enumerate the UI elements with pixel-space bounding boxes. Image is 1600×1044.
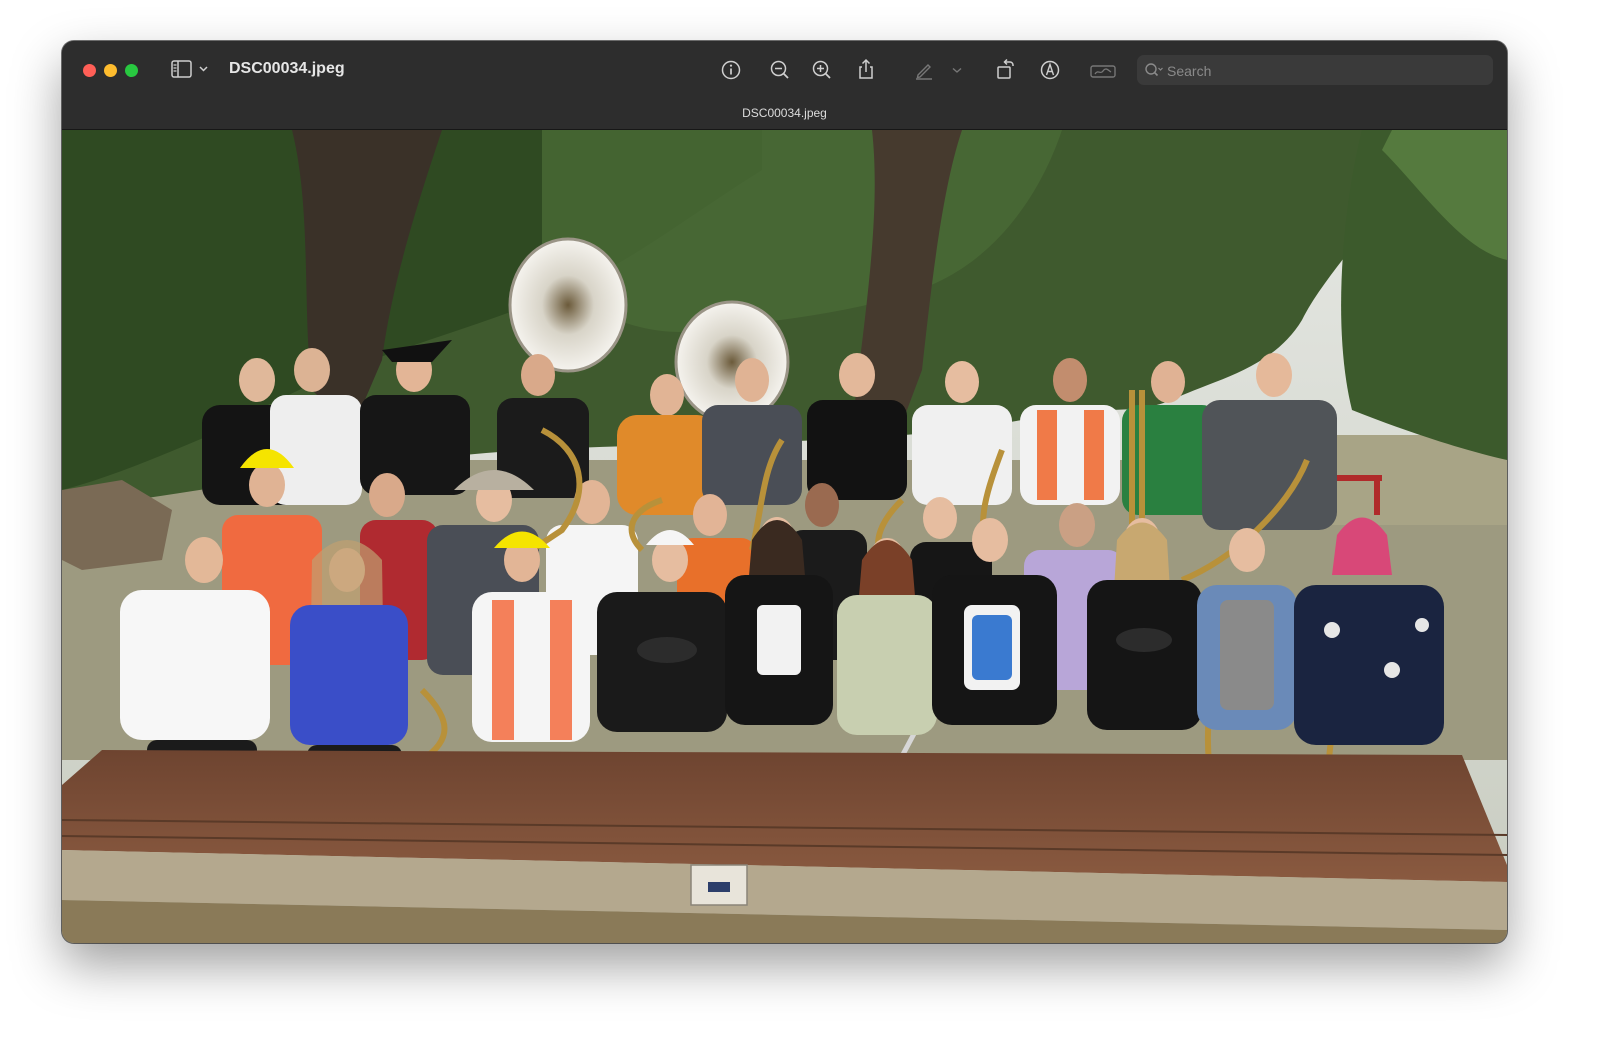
signature-button[interactable]: [1088, 56, 1118, 84]
file-tab-label: DSC00034.jpeg: [742, 106, 827, 120]
document-title: DSC00034.jpeg: [229, 60, 345, 77]
zoom-out-icon: [770, 60, 789, 79]
sidebar-toggle-button[interactable]: [168, 57, 216, 83]
rotate-button[interactable]: [991, 56, 1019, 84]
markup-pen-icon: [916, 64, 932, 80]
zoom-in-icon: [812, 60, 831, 79]
image-canvas[interactable]: [62, 130, 1507, 943]
chevron-down-icon: [952, 67, 962, 73]
markup-menu-button[interactable]: [948, 56, 966, 84]
markup-button[interactable]: [910, 56, 938, 84]
group-photo: [62, 130, 1507, 943]
share-button[interactable]: [852, 56, 880, 84]
info-icon: [721, 60, 741, 80]
zoom-out-button[interactable]: [766, 56, 794, 84]
rotate-icon: [997, 58, 1014, 79]
preview-window: DSC00034.jpeg Search DSC00034.jpeg: [62, 41, 1507, 943]
signature-icon: [1090, 65, 1116, 78]
sidebar-icon: [171, 60, 208, 78]
search-field[interactable]: [1137, 55, 1493, 85]
maximize-window-button[interactable]: [125, 64, 138, 77]
chevron-down-icon: [199, 66, 208, 72]
zoom-in-button[interactable]: [808, 56, 836, 84]
toolbar: DSC00034.jpeg Search DSC00034.jpeg: [62, 41, 1507, 130]
search-input[interactable]: [1165, 60, 1479, 82]
info-button[interactable]: [717, 56, 745, 84]
annotate-button[interactable]: [1036, 56, 1064, 84]
annotate-icon: [1040, 60, 1060, 80]
search-icon: [1145, 63, 1163, 77]
share-icon: [859, 58, 873, 79]
close-window-button[interactable]: [83, 64, 96, 77]
minimize-window-button[interactable]: [104, 64, 117, 77]
